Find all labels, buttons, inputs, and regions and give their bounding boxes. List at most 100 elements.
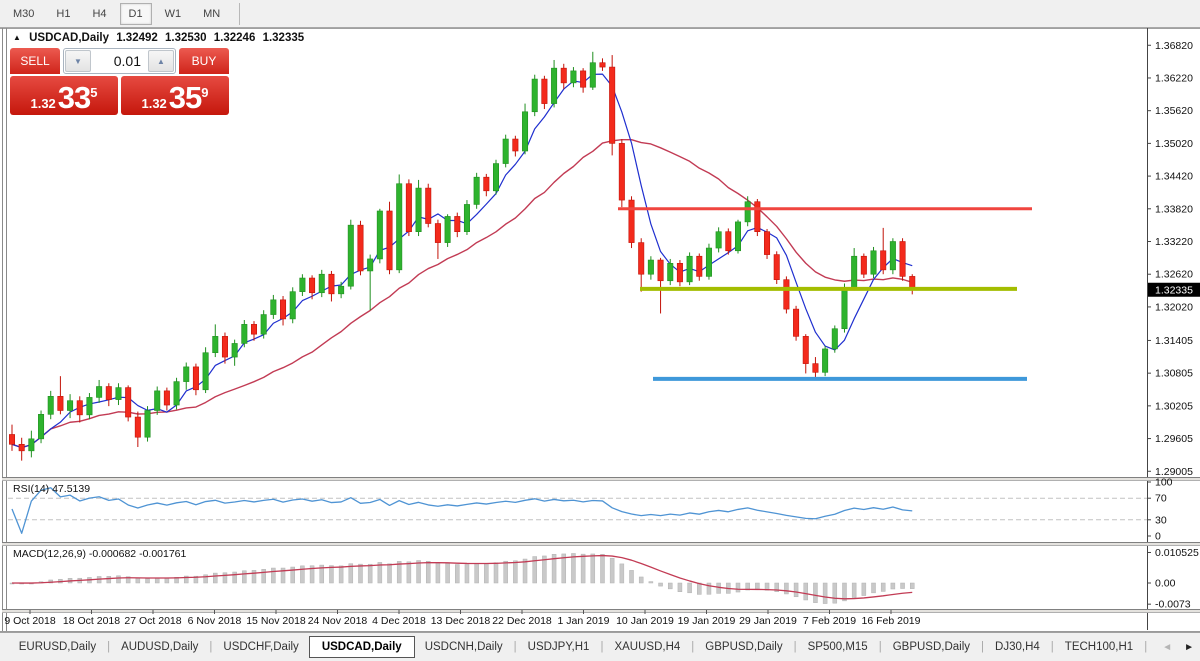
price-axis-label: 1.29605 [1155,433,1193,445]
macd-histogram-bar [446,563,450,583]
macd-histogram-bar [455,565,459,583]
macd-histogram-bar [784,583,788,594]
macd-histogram-bar [242,571,246,583]
candle-body [609,67,614,143]
tabs-scroll-left-icon[interactable]: ◄ [1156,642,1178,653]
volume-spinner: ▼ 0.01 ▲ [63,48,176,74]
macd-histogram-bar [659,583,663,586]
timeframe-button-W1[interactable]: W1 [156,3,191,25]
chart-tab-USDCAD-Daily[interactable]: USDCAD,Daily [309,636,415,658]
candle-body [513,139,518,151]
rsi-axis-label: 100 [1155,477,1173,489]
candle-body [745,202,750,222]
chart-tab-USDCNH-Daily[interactable]: USDCNH,Daily [415,637,513,657]
current-price-label: 1.32335 [1155,284,1193,296]
candle-body [184,367,189,382]
candle-body [367,259,372,271]
chart-tab-TECH100-H1[interactable]: TECH100,H1 [1055,637,1143,657]
chart-tab-GBPUSD-Daily[interactable]: GBPUSD,Daily [883,637,980,657]
candle-body [697,256,702,276]
volume-decrease-button[interactable]: ▼ [65,50,91,72]
buy-price-big: 35 [169,85,201,111]
candle-body [203,353,208,390]
date-axis-label: 13 Dec 2018 [431,615,491,627]
candle-body [764,232,769,255]
candle-body [251,324,256,334]
collapse-triangle-icon[interactable]: ▲ [13,33,21,42]
candle-body [890,242,895,270]
macd-histogram-bar [581,554,585,583]
candle-body [793,309,798,336]
volume-input[interactable]: 0.01 [92,49,147,73]
rsi-axis-label: 0 [1155,531,1161,543]
toolbar-separator [239,3,240,25]
candle-body [125,388,130,417]
chart-title: ▲ USDCAD,Daily 1.32492 1.32530 1.32246 1… [13,32,304,44]
candle-body [222,336,227,357]
macd-histogram-bar [872,583,876,593]
macd-histogram-bar [591,554,595,583]
candle-body [900,242,905,277]
date-axis-label: 10 Jan 2019 [616,615,674,627]
rsi-indicator-label: RSI(14) 47.5139 [13,483,90,495]
chart-tab-USDJPY-H1[interactable]: USDJPY,H1 [518,637,600,657]
price-axis-label: 1.35020 [1155,138,1193,150]
macd-histogram-bar [620,564,624,583]
timeframe-button-MN[interactable]: MN [194,3,229,25]
macd-histogram-bar [513,561,517,583]
chart-tab-SP500-M15[interactable]: SP500,M15 [798,637,878,657]
candle-body [677,263,682,282]
volume-increase-button[interactable]: ▲ [148,50,174,72]
chevron-up-icon: ▲ [157,57,165,66]
candle-body [774,255,779,280]
ohlc-low: 1.32246 [214,32,256,44]
chart-tab-GBPUSD-Daily[interactable]: GBPUSD,Daily [695,637,792,657]
buy-button[interactable]: BUY [179,48,229,74]
macd-histogram-bar [571,553,575,583]
macd-histogram-bar [252,570,256,583]
candle-body [397,184,402,270]
macd-histogram-bar [639,577,643,583]
candle-body [271,300,276,315]
macd-histogram-bar [794,583,798,597]
candle-body [155,391,160,411]
macd-axis-label: 0.00 [1155,578,1176,590]
buy-price-prefix: 1.32 [141,97,166,111]
ohlc-open: 1.32492 [116,32,158,44]
sell-price-button[interactable]: 1.32 33 5 [10,76,118,115]
macd-histogram-bar [823,583,827,604]
candle-body [542,79,547,104]
chart-tab-USDCHF-Daily[interactable]: USDCHF,Daily [213,637,308,657]
tabs-scroll-right-icon[interactable]: ► [1178,642,1200,653]
date-axis-label: 27 Oct 2018 [124,615,181,627]
macd-histogram-bar [388,564,392,583]
date-axis-label: 19 Jan 2019 [678,615,736,627]
candle-body [290,292,295,319]
candle-body [503,139,508,164]
timeframe-button-H1[interactable]: H1 [47,3,79,25]
candle-body [280,300,285,319]
chart-tab-XAUUSD-H4[interactable]: XAUUSD,H4 [604,637,690,657]
chart-tab-bar: EURUSD,Daily|AUDUSD,Daily|USDCHF,DailyUS… [0,632,1200,661]
candle-body [261,315,266,335]
candle-body [309,278,314,293]
macd-histogram-bar [755,583,759,590]
buy-price-pip: 9 [201,86,208,99]
timeframe-button-M30[interactable]: M30 [4,3,43,25]
candle-body [784,280,789,309]
macd-histogram-bar [678,583,682,592]
candle-body [329,274,334,294]
chart-tab-AUDUSD-Daily[interactable]: AUDUSD,Daily [111,637,208,657]
rsi-axis-label: 70 [1155,493,1167,505]
chart-tab-DJ30-H4[interactable]: DJ30,H4 [985,637,1050,657]
chart-background[interactable] [0,28,1200,632]
timeframe-button-H4[interactable]: H4 [83,3,115,25]
sell-button[interactable]: SELL [10,48,60,74]
candle-body [435,224,440,243]
chart-tab-EURUSD-Daily[interactable]: EURUSD,Daily [9,637,106,657]
macd-histogram-bar [165,578,169,583]
buy-price-button[interactable]: 1.32 35 9 [121,76,229,115]
timeframe-button-D1[interactable]: D1 [120,3,152,25]
macd-histogram-bar [504,561,508,583]
ohlc-high: 1.32530 [165,32,207,44]
